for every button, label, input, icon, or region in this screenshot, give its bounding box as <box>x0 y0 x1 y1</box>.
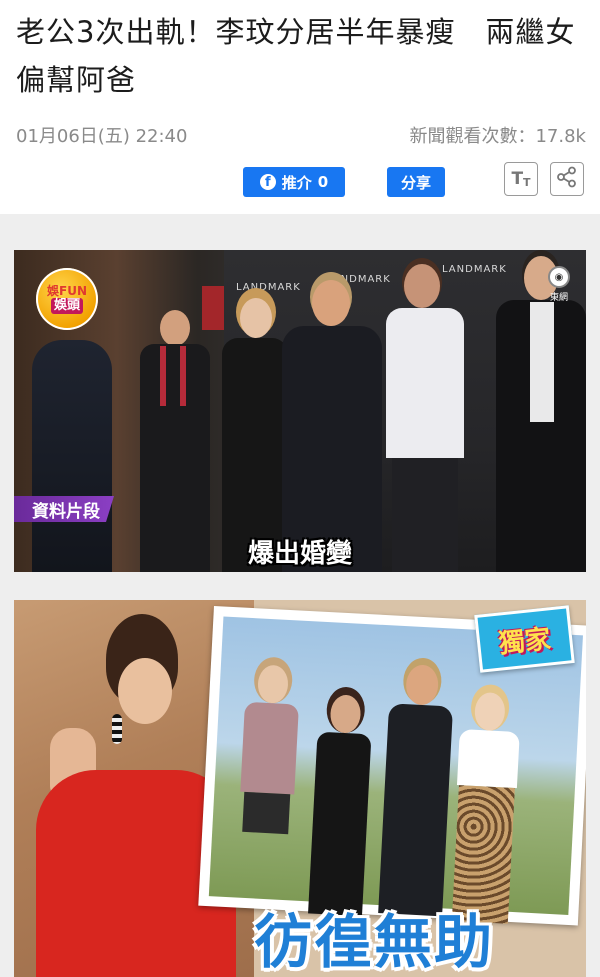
channel-logo-label: 東網 <box>549 293 568 303</box>
share-label: 分享 <box>400 173 431 192</box>
collage-caption: 彷徨無助 <box>254 908 495 976</box>
channel-logo-icon: ◉ <box>548 266 570 288</box>
article-collage-image[interactable]: 獨家 彷徨無助 <box>14 600 586 977</box>
archive-footage-label: 資料片段 <box>14 496 114 522</box>
view-count: 新聞觀看次數：17.8k <box>409 126 586 147</box>
like-label: 推介 <box>281 173 312 192</box>
photo-person-4 <box>444 691 526 924</box>
portrait-earring <box>112 714 122 744</box>
exclusive-badge: 獨家 <box>474 605 575 673</box>
video-frame[interactable]: LANDMARK LANDMARK LANDMARK 娛FUN 娛頭 ◉ 東網 … <box>14 250 586 572</box>
exclusive-badge-text: 獨家 <box>497 623 553 660</box>
video-person-white-shirt <box>378 264 468 572</box>
publish-date: 01月06日(五) 22:40 <box>16 126 188 147</box>
font-size-icon: TT <box>511 169 530 189</box>
photo-person-3 <box>374 663 457 917</box>
show-logo-bottom: 娛頭 <box>50 298 83 314</box>
video-person-leather-jacket <box>492 256 586 572</box>
show-logo: 娛FUN 娛頭 <box>36 268 98 330</box>
photo-person-1 <box>230 664 302 907</box>
photo-person-2 <box>304 693 375 917</box>
article-title: 老公3次出軌！李玟分居半年暴瘦 兩繼女偏幫阿爸 <box>16 15 576 97</box>
facebook-like-button[interactable]: f 推介 0 <box>243 167 345 197</box>
font-size-button[interactable]: TT <box>504 162 538 196</box>
channel-logo: ◉ 東網 <box>544 266 574 303</box>
font-size-icon-large: T <box>511 169 524 189</box>
font-size-icon-small: T <box>523 176 531 189</box>
share-icon <box>556 166 578 192</box>
article-header: 老公3次出軌！李玟分居半年暴瘦 兩繼女偏幫阿爸 01月06日(五) 22:40 … <box>0 0 600 214</box>
facebook-share-button[interactable]: 分享 <box>387 167 445 197</box>
show-logo-top: 娛FUN <box>47 284 87 298</box>
video-person-man-blazer <box>276 280 386 572</box>
facebook-icon: f <box>259 174 276 190</box>
share-button[interactable] <box>550 162 584 196</box>
like-count: 0 <box>317 173 329 191</box>
video-subtitle: 爆出婚變 <box>247 539 352 569</box>
portrait-face <box>118 658 172 724</box>
